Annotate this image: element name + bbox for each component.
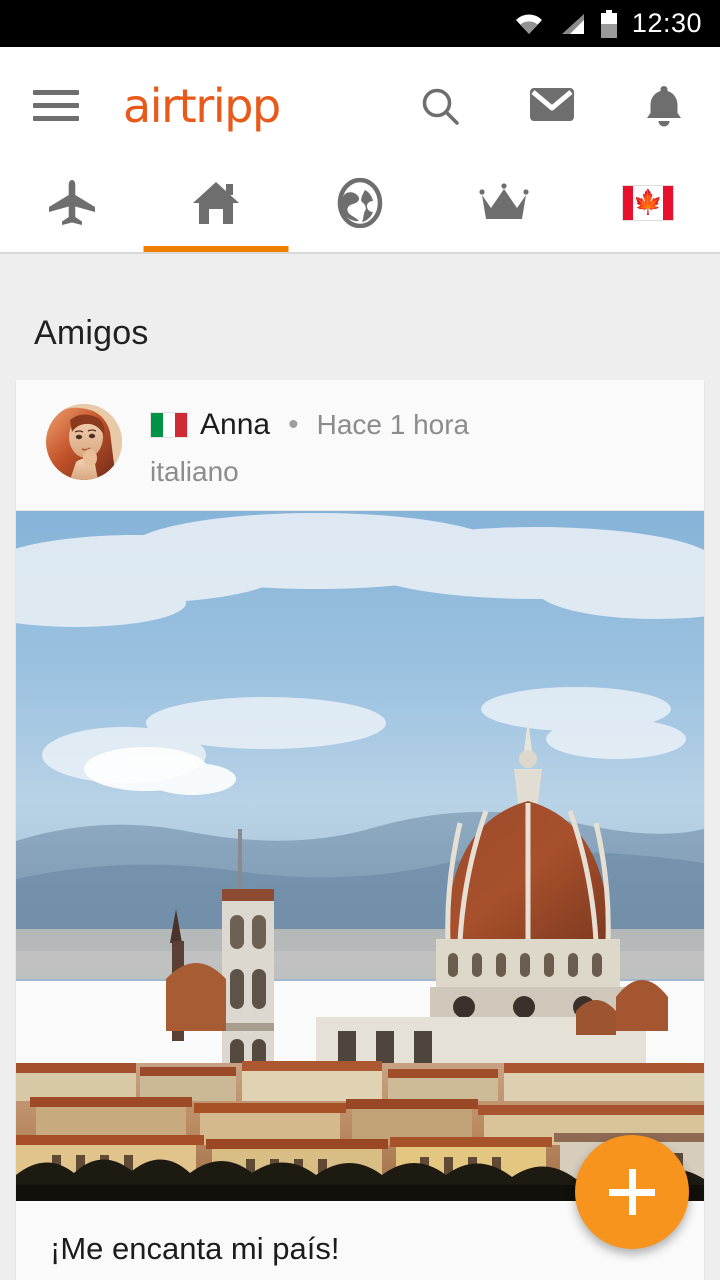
brand-logo[interactable]: airtripp — [123, 79, 281, 133]
status-bar: 12:30 — [0, 0, 720, 47]
tab-home[interactable] — [143, 164, 289, 252]
section-title-amigos: Amigos — [34, 314, 149, 352]
tab-country[interactable]: 🍁 — [576, 164, 720, 252]
app-bar-actions — [384, 47, 720, 164]
mail-icon[interactable] — [496, 47, 608, 164]
tab-travel[interactable] — [0, 164, 144, 252]
meta-separator: • — [288, 408, 299, 441]
app-bar: airtripp — [0, 47, 720, 164]
bell-icon[interactable] — [608, 47, 720, 164]
app-root: 12:30 airtripp 🍁 Amigos Anna • Hace 1 ho… — [0, 0, 720, 1280]
search-icon[interactable] — [384, 47, 496, 164]
post-meta: Anna • Hace 1 hora italiano — [150, 404, 469, 488]
plus-icon-vertical — [628, 1169, 636, 1215]
status-bar-clock: 12:30 — [631, 8, 702, 38]
cellular-signal-icon — [558, 12, 586, 36]
wifi-icon — [514, 12, 544, 36]
post-author[interactable]: Anna — [200, 408, 270, 442]
battery-icon — [600, 9, 618, 38]
post-photo[interactable] — [16, 511, 704, 1201]
hamburger-menu-icon[interactable] — [33, 90, 79, 121]
post-language: italiano — [150, 456, 239, 487]
tab-bar: 🍁 — [0, 164, 720, 254]
tab-premium[interactable] — [432, 164, 576, 252]
feed-content: Amigos Anna • Hace 1 hora italiano ¡Me e… — [0, 256, 720, 1280]
tab-world[interactable] — [288, 164, 432, 252]
avatar[interactable] — [46, 404, 122, 480]
post-header: Anna • Hace 1 hora italiano — [16, 380, 704, 510]
italy-flag-icon — [150, 412, 188, 438]
post-meta-primary: Anna • Hace 1 hora — [150, 408, 469, 442]
post-timestamp: Hace 1 hora — [316, 409, 470, 440]
add-post-button[interactable] — [575, 1135, 689, 1249]
tab-indicator-active — [143, 246, 289, 252]
canada-flag-icon: 🍁 — [622, 185, 674, 221]
